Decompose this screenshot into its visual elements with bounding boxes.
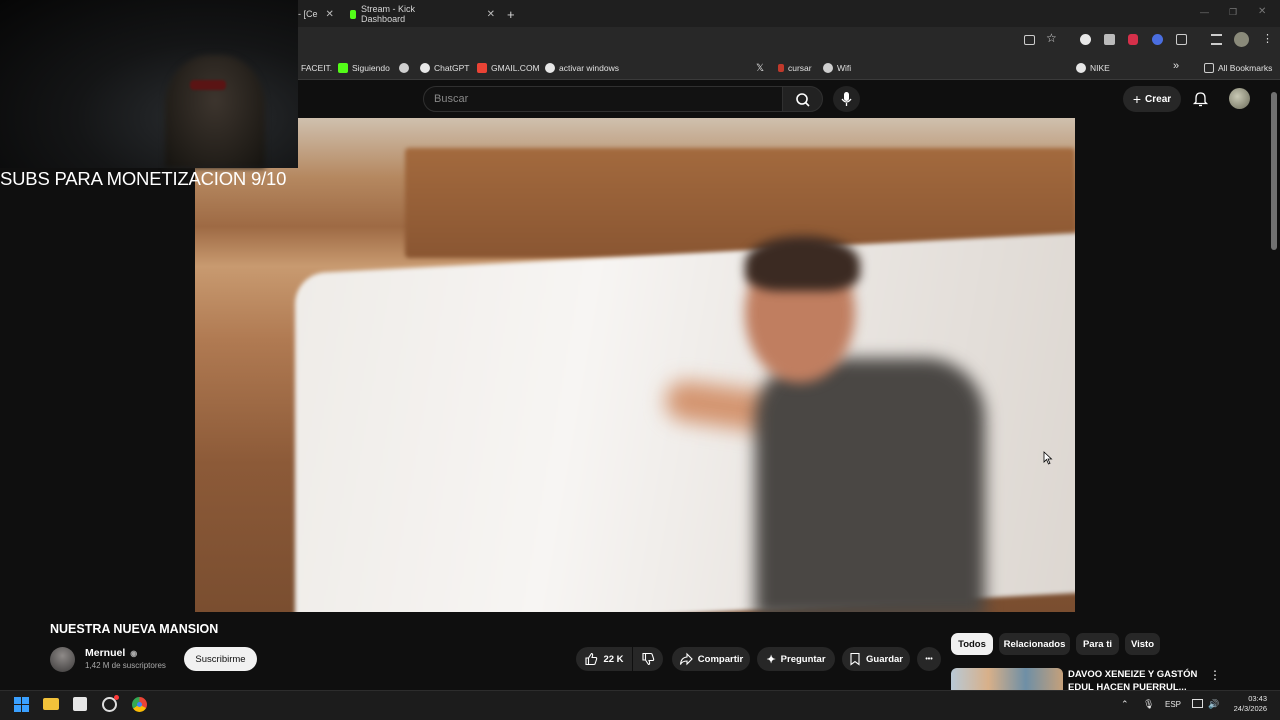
- windows-taskbar: [0, 690, 1280, 720]
- recommendation-thumbnail[interactable]: [951, 668, 1063, 690]
- minimize-icon[interactable]: —: [1200, 7, 1209, 17]
- clock-date: 24/3/2026: [1233, 704, 1267, 713]
- puzzle-icon[interactable]: [1176, 34, 1187, 45]
- channel-avatar[interactable]: [50, 647, 75, 672]
- dislike-button[interactable]: [633, 647, 663, 671]
- windows-start-icon[interactable]: [14, 697, 29, 712]
- volume-icon[interactable]: 🔊: [1208, 699, 1219, 710]
- gmail-icon: [477, 63, 487, 73]
- save-button[interactable]: Guardar: [842, 647, 910, 671]
- chip-relacionados[interactable]: Relacionados: [999, 633, 1070, 655]
- clock-time: 03:43: [1248, 694, 1267, 703]
- thumbs-up-icon: [585, 652, 598, 666]
- streamer-webcam: [0, 0, 298, 168]
- bookmark-activar-windows[interactable]: activar windows: [545, 61, 619, 75]
- subs-goal-overlay: SUBS PARA MONETIZACION 9/10: [0, 168, 287, 189]
- folder-icon: [1204, 63, 1214, 73]
- share-icon: [679, 652, 693, 666]
- plus-icon: +: [1132, 91, 1142, 107]
- globe-icon: [823, 63, 833, 73]
- chip-visto[interactable]: Visto: [1125, 633, 1160, 655]
- bookmark-icon: [850, 652, 860, 666]
- kick-icon: [350, 9, 357, 19]
- tab-kick-dashboard[interactable]: Stream - Kick Dashboard ✕: [350, 4, 495, 24]
- video-title: NUESTRA NUEVA MANSION: [50, 622, 219, 636]
- mouse-cursor-icon: [1043, 451, 1053, 465]
- ask-button[interactable]: ✦ Preguntar: [757, 647, 835, 671]
- close-icon[interactable]: ✕: [487, 9, 495, 20]
- account-avatar[interactable]: [1229, 88, 1250, 109]
- chip-para-ti[interactable]: Para ti: [1076, 633, 1119, 655]
- chip-todos[interactable]: Todos: [951, 633, 993, 655]
- nike-icon: [1076, 63, 1086, 73]
- search-icon: [796, 93, 810, 107]
- microphone-icon[interactable]: 🎙: [1143, 699, 1154, 710]
- taskbar-clock[interactable]: 03:43 24/3/2026: [1229, 694, 1267, 714]
- video-player[interactable]: [195, 118, 1075, 612]
- github-icon: [545, 63, 555, 73]
- more-actions-button[interactable]: •••: [917, 647, 941, 671]
- like-count: 22 K: [603, 653, 624, 665]
- voice-search-button[interactable]: [833, 86, 860, 112]
- subscribe-button[interactable]: Suscribirme: [184, 647, 257, 671]
- notifications-button[interactable]: [1192, 90, 1209, 112]
- tray-overflow-icon[interactable]: ⌃: [1121, 699, 1129, 710]
- globe-icon: [399, 63, 409, 73]
- extension-icon[interactable]: [1128, 34, 1138, 45]
- bookmark-icon-only[interactable]: [399, 61, 413, 75]
- webcam-glasses: [190, 80, 226, 90]
- bookmark-nike[interactable]: NIKE: [1076, 61, 1110, 75]
- extension-icon[interactable]: [1152, 34, 1163, 45]
- video-frame-person: [755, 358, 985, 612]
- bookmark-wifi[interactable]: Wifi: [823, 61, 851, 75]
- more-bookmarks-button[interactable]: »: [1173, 59, 1179, 73]
- all-bookmarks-button[interactable]: All Bookmarks: [1204, 61, 1272, 75]
- notification-dot-icon: [114, 695, 119, 700]
- new-tab-button[interactable]: +: [507, 4, 515, 24]
- bookmark-gmail[interactable]: GMAIL.COM: [477, 61, 540, 75]
- close-icon[interactable]: ✕: [326, 9, 334, 20]
- search-input[interactable]: Buscar: [423, 86, 783, 112]
- tab-label: Stream - Kick Dashboard: [361, 4, 416, 24]
- tab-label: - [Ce: [298, 9, 318, 19]
- like-button[interactable]: 22 K: [576, 647, 632, 671]
- star-icon[interactable]: ☆: [1046, 31, 1057, 45]
- google-icon[interactable]: [1080, 34, 1091, 45]
- share-button[interactable]: Compartir: [672, 647, 750, 671]
- network-icon[interactable]: [1192, 699, 1203, 708]
- webcam-person: [165, 55, 265, 168]
- extension-icon[interactable]: [1104, 34, 1115, 45]
- search-button[interactable]: [782, 86, 823, 112]
- kebab-menu-icon[interactable]: ⋮: [1262, 32, 1273, 45]
- create-button[interactable]: + Crear: [1123, 86, 1181, 112]
- bell-icon: [1192, 92, 1209, 107]
- bookmark-cursar[interactable]: cursar: [778, 61, 812, 75]
- file-explorer-icon[interactable]: [43, 698, 59, 710]
- restore-icon[interactable]: ❐: [1229, 7, 1237, 18]
- thumbs-down-icon: [642, 652, 655, 666]
- store-icon[interactable]: [73, 697, 87, 711]
- bookmark-favicon: [778, 64, 784, 72]
- kick-icon: [338, 63, 348, 73]
- media-icon[interactable]: [1211, 34, 1222, 45]
- language-indicator[interactable]: ESP: [1165, 700, 1181, 709]
- subscriber-count: 1,42 M de suscriptores: [85, 661, 166, 670]
- recommendation-menu-icon[interactable]: ⋮: [1209, 668, 1221, 682]
- channel-name[interactable]: Mernuel ◉: [85, 647, 137, 659]
- video-frame-hair: [745, 236, 860, 291]
- x-icon[interactable]: 𝕏: [756, 61, 764, 75]
- openai-icon: [420, 63, 430, 73]
- sparkle-icon: ✦: [766, 653, 776, 666]
- page-scrollbar[interactable]: [1271, 92, 1277, 250]
- profile-avatar[interactable]: [1234, 32, 1249, 47]
- install-icon[interactable]: [1024, 35, 1035, 45]
- chrome-center: [137, 702, 142, 707]
- close-window-icon[interactable]: ✕: [1258, 6, 1266, 17]
- microphone-icon: [841, 92, 852, 106]
- bookmark-chatgpt[interactable]: ChatGPT: [420, 61, 469, 75]
- verified-icon: ◉: [130, 649, 138, 658]
- bookmark-siguiendo[interactable]: Siguiendo: [338, 61, 390, 75]
- bookmark-faceit[interactable]: FACEIT.: [301, 61, 332, 75]
- tab-youtube[interactable]: - [Ce ✕: [298, 4, 348, 24]
